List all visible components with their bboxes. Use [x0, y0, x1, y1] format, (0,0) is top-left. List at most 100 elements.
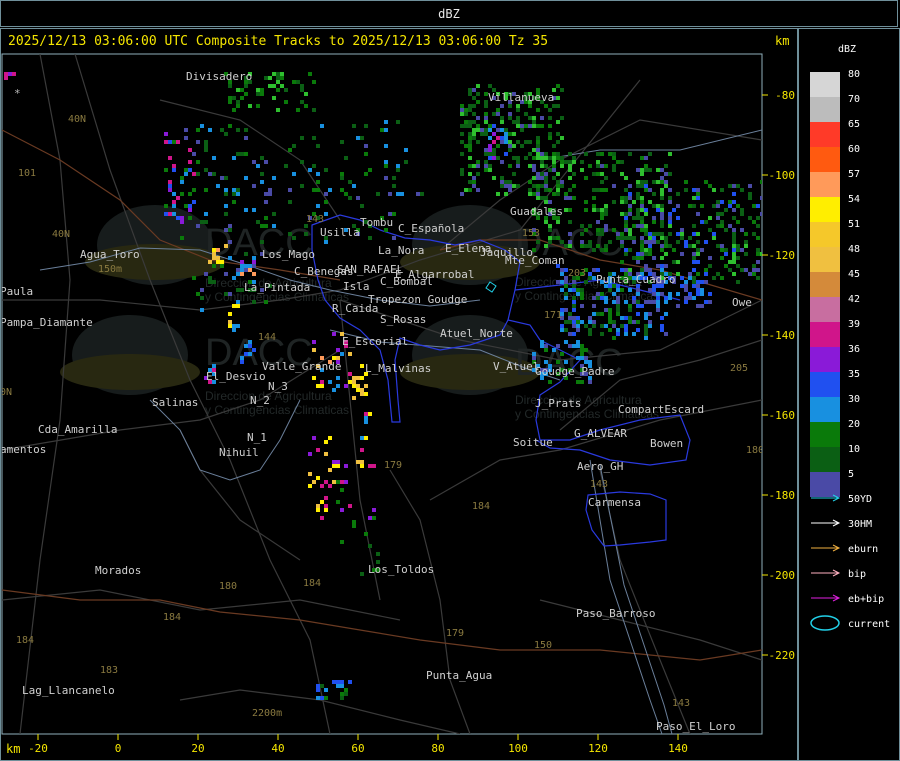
legend-level-label: 57: [848, 169, 860, 180]
legend-level-label: 70: [848, 94, 860, 105]
track-legend-label: 30HM: [848, 519, 872, 530]
x-tick-label: 100: [508, 742, 528, 755]
elevation-label: 101: [18, 168, 36, 179]
current-cell-outlines: [485, 281, 497, 293]
radar-map[interactable]: DACC DACC DACC DACC Direccion de Agricul…: [0, 0, 900, 761]
elevation-label: 143: [306, 214, 324, 225]
legend-swatch: [810, 347, 840, 372]
elevation-label: 183: [100, 665, 118, 676]
place-label: Guadales: [510, 205, 563, 218]
x-tick-label: 80: [431, 742, 444, 755]
y-tick-label: -140: [769, 329, 796, 342]
y-tick-label: -100: [769, 169, 796, 182]
y-tick-label: -180: [769, 489, 796, 502]
place-label: C_Española: [398, 222, 464, 235]
legend-level-label: 30: [848, 394, 860, 405]
place-label: Villanueva: [488, 91, 554, 104]
time-subtitle: 2025/12/13 03:06:00 UTC Composite Tracks…: [8, 34, 549, 49]
elevation-label: 150m: [98, 264, 122, 275]
elevation-label: 179: [384, 460, 402, 471]
place-label: R_Caida: [332, 302, 378, 315]
elevation-label: 171: [544, 310, 562, 321]
place-label: N_2: [250, 394, 270, 407]
place-label: Pampa_Diamante: [0, 316, 93, 329]
legend-title: dBZ: [838, 44, 857, 55]
place-label: C_Bombal: [380, 275, 433, 288]
x-tick-label: 20: [191, 742, 204, 755]
place-label: Punta_Agua: [426, 669, 492, 682]
y-tick-label: -120: [769, 249, 796, 262]
elevation-label: 144: [258, 332, 276, 343]
y-tick-label: -80: [775, 89, 795, 102]
legend-level-label: 51: [848, 219, 860, 230]
legend-level-label: 39: [848, 319, 860, 330]
place-label: Tropezon Goudge: [368, 293, 467, 306]
legend-level-label: 45: [848, 269, 860, 280]
place-label: Lag_Llancanelo: [22, 684, 115, 697]
y-tick-label: -160: [769, 409, 796, 422]
legend-level-label: 20: [848, 419, 860, 430]
elevation-label: 184: [16, 635, 34, 646]
svg-text:y Contingencias Climaticas: y Contingencias Climaticas: [205, 403, 349, 417]
legend-swatch: [810, 222, 840, 247]
elevation-label: 184: [472, 501, 490, 512]
place-label: Atuel_Norte: [440, 327, 513, 340]
legend-level-label: 48: [848, 244, 860, 255]
place-label: Carmensa: [588, 496, 641, 509]
place-label: Bowen: [650, 437, 683, 450]
x-tick-label: -20: [28, 742, 48, 755]
x-tick-label: 40: [271, 742, 284, 755]
place-label: Soitue: [513, 436, 553, 449]
elevation-label: 180: [219, 581, 237, 592]
legend-swatch: [810, 272, 840, 297]
legend-swatch: [810, 397, 840, 422]
km-unit-top: km: [775, 34, 790, 48]
place-label: Paula: [0, 285, 33, 298]
place-label: Mte_Coman: [505, 254, 565, 267]
place-label: Usilla: [320, 226, 360, 239]
legend-level-label: 10: [848, 444, 860, 455]
legend-level-label: 65: [848, 119, 860, 130]
x-tick-label: 0: [115, 742, 122, 755]
marker-asterisk: *: [14, 87, 21, 100]
elevation-label: 40N: [68, 114, 86, 125]
elevation-label: 143: [672, 698, 690, 709]
elevation-label: 150: [534, 640, 552, 651]
legend-level-label: 54: [848, 194, 860, 205]
elevation-label: 153: [522, 228, 540, 239]
legend-swatch: [810, 472, 840, 497]
legend-swatch: [810, 72, 840, 97]
place-label: Los_Mago: [262, 248, 315, 261]
place-label: Isla: [343, 280, 370, 293]
place-label: Aero_GH: [577, 460, 623, 473]
place-label: El_Desvio: [206, 370, 266, 383]
legend-level-label: 42: [848, 294, 860, 305]
legend-swatch: [810, 197, 840, 222]
legend-level-label: 35: [848, 369, 860, 380]
place-label: Paso_Barroso: [576, 607, 655, 620]
y-tick-label: -200: [769, 569, 796, 582]
place-label: N_1: [247, 431, 267, 444]
current-cell-icon: [810, 615, 840, 631]
elevation-label: 40N: [52, 229, 70, 240]
place-label: amentos: [0, 443, 46, 456]
elevation-label: 203: [568, 268, 586, 279]
elevation-label: 2200m: [252, 708, 282, 719]
place-label: N_3: [268, 380, 288, 393]
elevation-label: 143: [590, 479, 608, 490]
elevation-label: 179: [446, 628, 464, 639]
place-label: E_Escorial: [342, 335, 408, 348]
legend-swatch: [810, 172, 840, 197]
place-label: Cda_Amarilla: [38, 423, 117, 436]
legend-swatch: [810, 322, 840, 347]
x-tick-label: 120: [588, 742, 608, 755]
place-label: L_Malvinas: [365, 362, 431, 375]
place-label: La_Nora: [378, 244, 424, 257]
x-axis: -20 0 20 40 60 80 100 120 140: [28, 734, 688, 755]
legend-swatch: [810, 372, 840, 397]
track-legend: 50YD 30HM eburn bip eb+bip current: [810, 494, 890, 631]
x-tick-label: 140: [668, 742, 688, 755]
place-label: Goudge_Padre: [535, 365, 614, 378]
place-label: Los_Toldos: [368, 563, 434, 576]
elevation-label: 180: [746, 445, 764, 456]
